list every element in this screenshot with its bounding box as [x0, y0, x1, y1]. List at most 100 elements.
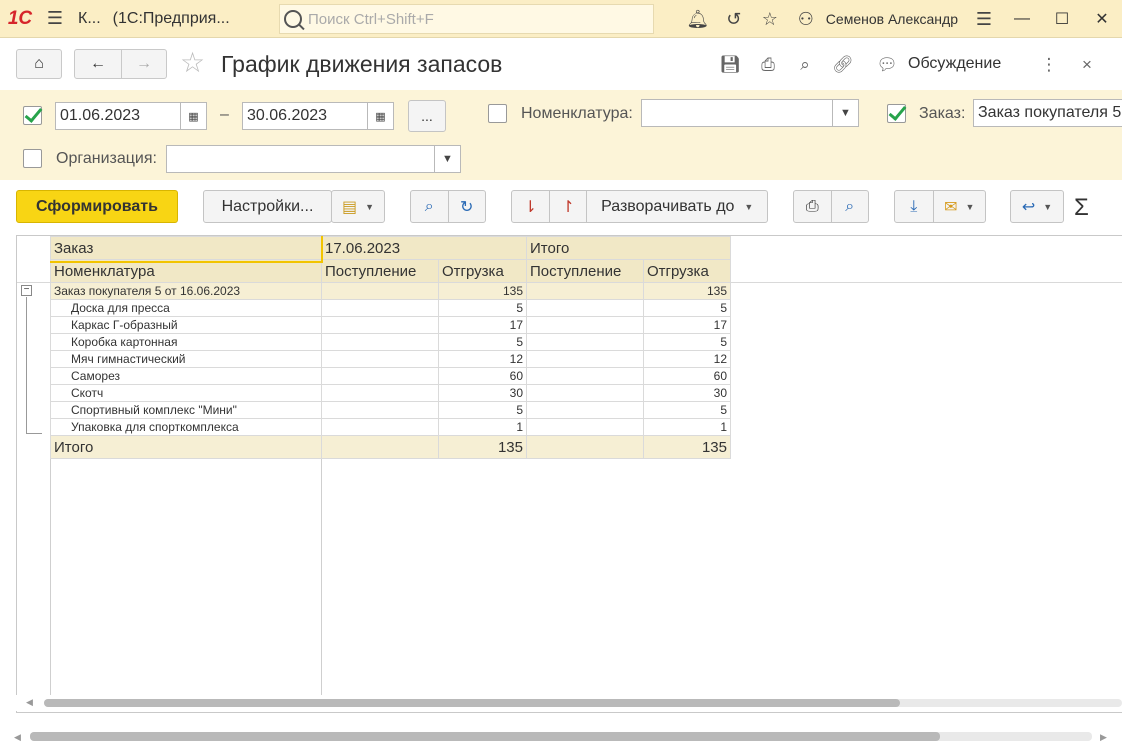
- table-row[interactable]: Упаковка для спорткомплекса 1 1: [50, 418, 731, 436]
- item-shipment-total[interactable]: 30: [643, 384, 731, 402]
- group-name[interactable]: Заказ покупателя 5 от 16.06.2023: [50, 282, 322, 300]
- print-icon[interactable]: ⎙: [755, 53, 781, 77]
- sort-asc-icon[interactable]: ↾: [550, 191, 587, 222]
- home-button[interactable]: ⌂: [16, 49, 62, 79]
- user-name[interactable]: Семенов Александр: [826, 11, 958, 27]
- item-receipt[interactable]: [321, 367, 439, 385]
- sort-desc-icon[interactable]: ⇂: [512, 191, 549, 222]
- header-date[interactable]: 17.06.2023: [321, 236, 527, 260]
- item-name[interactable]: Саморез: [50, 367, 322, 385]
- table-row[interactable]: Доска для пресса 5 5: [50, 299, 731, 317]
- item-shipment[interactable]: 60: [438, 367, 527, 385]
- item-name[interactable]: Каркас Г-образный: [50, 316, 322, 334]
- scroll-right-icon[interactable]: ▶: [1100, 732, 1107, 743]
- close-form-icon[interactable]: ×: [1074, 53, 1100, 77]
- settings-button[interactable]: Настройки...: [203, 190, 332, 223]
- find-icon[interactable]: ⌕: [411, 191, 448, 222]
- item-receipt-total[interactable]: [526, 299, 644, 317]
- table-row[interactable]: Коробка картонная 5 5: [50, 333, 731, 351]
- total-label[interactable]: Итого: [50, 435, 322, 459]
- table-row[interactable]: Спортивный комплекс "Мини" 5 5: [50, 401, 731, 419]
- generate-button[interactable]: Сформировать: [16, 190, 178, 223]
- users-icon[interactable]: ⚇: [788, 4, 824, 34]
- favorite-star-icon[interactable]: ☆: [180, 49, 205, 77]
- table-row[interactable]: Саморез 60 60: [50, 367, 731, 385]
- group-row[interactable]: Заказ покупателя 5 от 16.06.2023 135 135: [50, 282, 731, 300]
- item-shipment-total[interactable]: 5: [643, 299, 731, 317]
- item-name[interactable]: Коробка картонная: [50, 333, 322, 351]
- total-receipt[interactable]: [321, 435, 439, 459]
- item-shipment[interactable]: 30: [438, 384, 527, 402]
- scroll-thumb[interactable]: [44, 699, 900, 707]
- item-shipment[interactable]: 5: [438, 401, 527, 419]
- download-icon[interactable]: ⤓: [895, 191, 933, 222]
- item-receipt[interactable]: [321, 299, 439, 317]
- bell-icon[interactable]: 🔔︎: [680, 4, 716, 34]
- chevron-down-icon[interactable]: ▼: [832, 100, 858, 126]
- group-receipt-total[interactable]: [526, 282, 644, 300]
- item-shipment-total[interactable]: 1: [643, 418, 731, 436]
- item-receipt[interactable]: [321, 316, 439, 334]
- global-search[interactable]: Поиск Ctrl+Shift+F: [279, 4, 654, 34]
- discussion-button[interactable]: Обсуждение: [908, 55, 1001, 73]
- table-row[interactable]: Скотч 30 30: [50, 384, 731, 402]
- report-horizontal-scrollbar[interactable]: ◀: [16, 695, 1122, 711]
- total-receipt-total[interactable]: [526, 435, 644, 459]
- order-field[interactable]: Заказ покупателя 5: [973, 99, 1122, 127]
- total-shipment-total[interactable]: 135: [643, 435, 731, 459]
- organization-checkbox[interactable]: [23, 149, 42, 168]
- item-shipment-total[interactable]: 17: [643, 316, 731, 334]
- group-receipt[interactable]: [321, 282, 439, 300]
- item-receipt[interactable]: [321, 333, 439, 351]
- group-shipment[interactable]: 135: [438, 282, 527, 300]
- item-shipment[interactable]: 5: [438, 299, 527, 317]
- item-shipment[interactable]: 17: [438, 316, 527, 334]
- item-receipt-total[interactable]: [526, 401, 644, 419]
- date-from-field[interactable]: 01.06.2023 ▦: [55, 102, 207, 130]
- group-shipment-total[interactable]: 135: [643, 282, 731, 300]
- organization-field[interactable]: ▼: [166, 145, 461, 173]
- scroll-thumb[interactable]: [30, 732, 940, 741]
- item-shipment[interactable]: 1: [438, 418, 527, 436]
- back-button[interactable]: ←: [74, 49, 122, 79]
- calendar-icon[interactable]: ▦: [367, 103, 393, 129]
- history-icon[interactable]: ↺: [716, 4, 752, 34]
- total-shipment[interactable]: 135: [438, 435, 527, 459]
- nomenclature-checkbox[interactable]: [488, 104, 507, 123]
- find-next-icon[interactable]: ↻: [448, 191, 485, 222]
- header-receipt[interactable]: Поступление: [321, 259, 439, 283]
- order-checkbox[interactable]: [887, 104, 906, 123]
- item-name[interactable]: Доска для пресса: [50, 299, 322, 317]
- item-shipment[interactable]: 5: [438, 333, 527, 351]
- period-checkbox[interactable]: [23, 106, 42, 125]
- item-receipt-total[interactable]: [526, 418, 644, 436]
- chevron-down-icon[interactable]: ▼: [434, 146, 460, 172]
- item-name[interactable]: Спортивный комплекс "Мини": [50, 401, 322, 419]
- header-nomenclature[interactable]: Номенклатура: [50, 259, 322, 283]
- link-icon[interactable]: 🔗︎: [830, 53, 856, 77]
- maximize-button[interactable]: ☐: [1042, 0, 1082, 38]
- print-preview-icon[interactable]: ⌕: [831, 191, 868, 222]
- save-icon[interactable]: 💾︎: [717, 53, 743, 77]
- mail-icon[interactable]: ✉ ▼: [934, 191, 985, 222]
- item-name[interactable]: Скотч: [50, 384, 322, 402]
- collapse-icon[interactable]: −: [21, 285, 32, 296]
- header-shipment-total[interactable]: Отгрузка: [643, 259, 731, 283]
- form-horizontal-scrollbar[interactable]: ◀ ▶: [0, 727, 1122, 747]
- minimize-button[interactable]: —: [1002, 0, 1042, 38]
- forward-button[interactable]: →: [121, 49, 167, 79]
- header-order[interactable]: Заказ: [50, 236, 322, 260]
- item-shipment-total[interactable]: 5: [643, 401, 731, 419]
- scroll-left-icon[interactable]: ◀: [26, 697, 33, 708]
- item-receipt-total[interactable]: [526, 367, 644, 385]
- report-spreadsheet[interactable]: − Заказ 17.06.2023 Итого Номенклатура По…: [16, 235, 1122, 713]
- header-shipment[interactable]: Отгрузка: [438, 259, 527, 283]
- nomenclature-field[interactable]: ▼: [641, 99, 859, 127]
- total-row[interactable]: Итого 135 135: [50, 435, 731, 459]
- undo-button[interactable]: ↩ ▼: [1010, 190, 1064, 223]
- print-icon[interactable]: ⎙: [794, 191, 831, 222]
- item-receipt-total[interactable]: [526, 333, 644, 351]
- item-shipment-total[interactable]: 5: [643, 333, 731, 351]
- item-receipt-total[interactable]: [526, 350, 644, 368]
- item-receipt-total[interactable]: [526, 316, 644, 334]
